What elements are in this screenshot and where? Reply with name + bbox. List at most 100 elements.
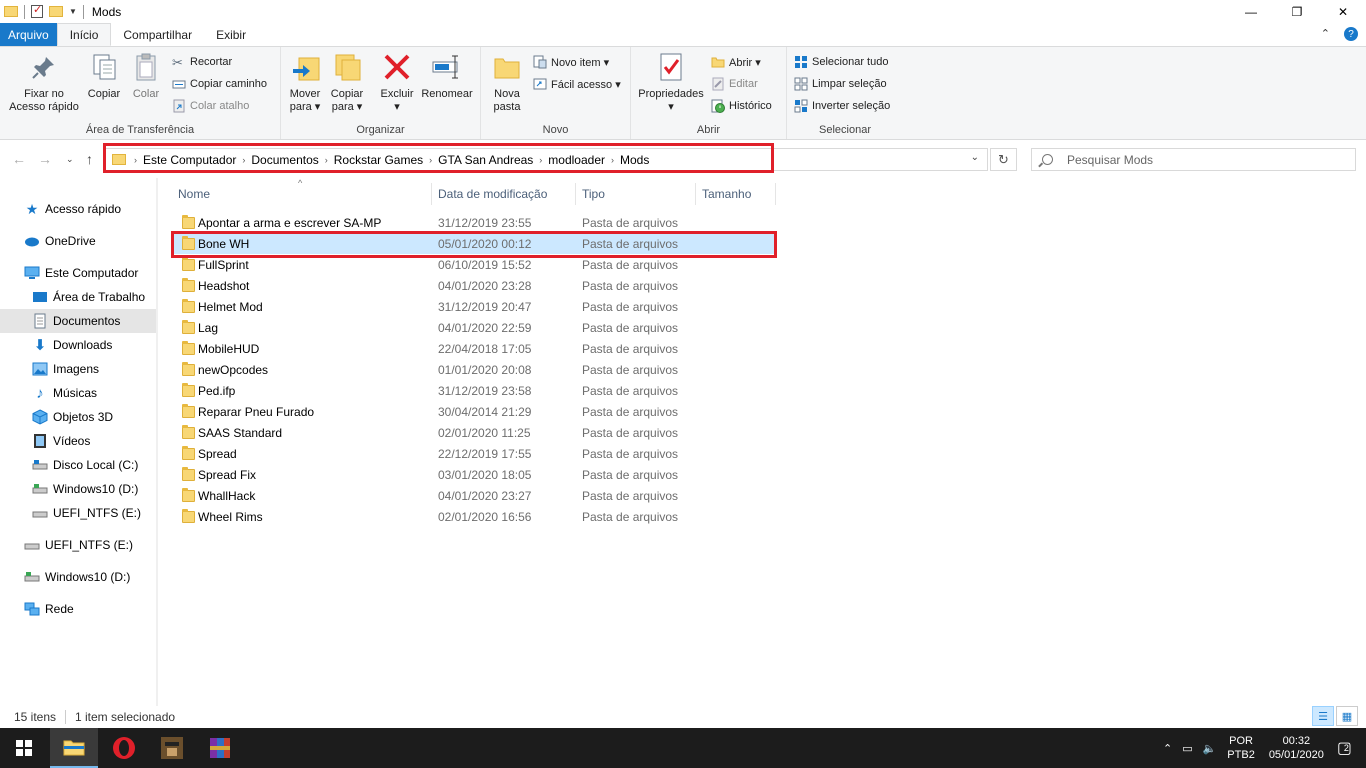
file-row[interactable]: Apontar a arma e escrever SA-MP 31/12/201…: [174, 212, 774, 233]
column-header-type[interactable]: Tipo: [576, 183, 696, 205]
nav-item-this-pc[interactable]: Este Computador: [0, 261, 156, 285]
language-indicator[interactable]: POR PTB2: [1227, 734, 1255, 762]
nav-item-drive-d-root[interactable]: Windows10 (D:): [0, 565, 156, 589]
delete-icon: [381, 51, 413, 83]
back-button[interactable]: ←: [12, 151, 26, 167]
network-icon[interactable]: ▭: [1182, 742, 1192, 755]
nav-item-downloads[interactable]: ⬇ Downloads: [0, 333, 156, 357]
search-box[interactable]: [1031, 148, 1356, 171]
nav-item-drive-e[interactable]: UEFI_NTFS (E:): [0, 501, 156, 525]
new-item-button[interactable]: Novo item ▾: [533, 55, 609, 69]
move-to-button[interactable]: Mover para ▾: [285, 51, 325, 114]
taskbar-winrar[interactable]: [196, 728, 244, 768]
open-button[interactable]: Abrir ▾: [711, 55, 761, 69]
large-icons-view-button[interactable]: ▦: [1336, 706, 1358, 726]
search-input[interactable]: [1067, 152, 1327, 167]
folder-icon: [182, 215, 195, 229]
file-row[interactable]: Helmet Mod 31/12/2019 20:47 Pasta de arqui…: [174, 296, 774, 317]
paste-button[interactable]: Colar: [126, 51, 166, 101]
recent-locations-button[interactable]: ⌄: [66, 154, 74, 165]
details-view-button[interactable]: ☰: [1312, 706, 1334, 726]
chevron-down-icon[interactable]: ⌄: [971, 152, 979, 163]
new-folder-button[interactable]: Nova pasta: [487, 51, 527, 114]
nav-item-drive-c[interactable]: Disco Local (C:): [0, 453, 156, 477]
file-row[interactable]: MobileHUD 22/04/2018 17:05 Pasta de arquiv…: [174, 338, 774, 359]
tab-home[interactable]: Início: [56, 23, 112, 46]
highlight-box: [103, 143, 774, 173]
select-none-button[interactable]: Limpar seleção: [794, 77, 887, 91]
nav-item-music[interactable]: ♪ Músicas: [0, 381, 156, 405]
file-row[interactable]: newOpcodes 01/01/2020 20:08 Pasta de arqui…: [174, 359, 774, 380]
pin-quick-access-button[interactable]: Fixar no Acesso rápido: [6, 51, 82, 114]
show-hidden-icons[interactable]: ⌃: [1163, 742, 1172, 755]
nav-item-onedrive[interactable]: OneDrive: [0, 229, 156, 253]
copy-button[interactable]: Copiar: [84, 51, 124, 101]
tab-view[interactable]: Exibir: [204, 23, 258, 46]
taskbar-opera[interactable]: [100, 728, 148, 768]
file-row[interactable]: Spread Fix 03/01/2020 18:05 Pasta de arqui…: [174, 464, 774, 485]
delete-button[interactable]: Excluir ▾: [377, 51, 417, 114]
column-header-name[interactable]: Nome: [172, 183, 432, 205]
nav-item-desktop[interactable]: Área de Trabalho: [0, 285, 156, 309]
paste-shortcut-button[interactable]: Colar atalho: [172, 99, 249, 113]
column-header-size[interactable]: Tamanho: [696, 183, 776, 205]
copy-to-button[interactable]: Copiar para ▾: [327, 51, 367, 114]
copy-path-button[interactable]: Copiar caminho: [172, 77, 267, 91]
cut-button[interactable]: ✂ Recortar: [172, 55, 232, 70]
folder-icon: [182, 257, 195, 271]
folder-icon: [182, 278, 195, 292]
ribbon: Fixar no Acesso rápido Copiar Colar ✂ Re…: [0, 46, 1366, 140]
file-row[interactable]: Wheel Rims 02/01/2020 16:56 Pasta de arqui…: [174, 506, 774, 527]
tab-share[interactable]: Compartilhar: [111, 23, 204, 46]
forward-button[interactable]: →: [38, 151, 52, 167]
file-row[interactable]: SAAS Standard 02/01/2020 11:25 Pasta de ar…: [174, 422, 774, 443]
file-row[interactable]: Headshot 04/01/2020 23:28 Pasta de arquivo…: [174, 275, 774, 296]
file-row[interactable]: Spread 22/12/2019 17:55 Pasta de arquivos: [174, 443, 774, 464]
nav-item-drive-d[interactable]: Windows10 (D:): [0, 477, 156, 501]
taskbar-explorer[interactable]: [50, 728, 98, 768]
folder-icon: [182, 341, 195, 355]
new-folder-quick-icon[interactable]: [49, 6, 63, 17]
action-center-button[interactable]: ▢ 2: [1337, 738, 1352, 758]
invert-selection-button[interactable]: Inverter seleção: [794, 99, 890, 113]
minimize-button[interactable]: —: [1228, 0, 1274, 23]
edit-button[interactable]: Editar: [711, 77, 758, 91]
volume-icon[interactable]: 🔈: [1203, 742, 1217, 755]
help-icon[interactable]: ?: [1344, 27, 1358, 41]
folder-icon: [182, 488, 195, 502]
edit-icon: [711, 77, 725, 91]
folder-icon: [182, 299, 195, 313]
refresh-button[interactable]: ↻: [990, 148, 1017, 171]
file-row[interactable]: Ped.ifp 31/12/2019 23:58 Pasta de arquivos: [174, 380, 774, 401]
maximize-button[interactable]: ❐: [1274, 0, 1320, 23]
drive-icon: [24, 537, 40, 553]
file-row[interactable]: WhallHack 04/01/2020 23:27 Pasta de arquiv…: [174, 485, 774, 506]
clock[interactable]: 00:32 05/01/2020: [1269, 734, 1324, 762]
properties-button[interactable]: Propriedades ▾: [635, 51, 707, 114]
nav-item-quick-access[interactable]: ★ Acesso rápido: [0, 197, 156, 221]
tab-file[interactable]: Arquivo: [0, 23, 57, 46]
column-header-date[interactable]: Data de modificação: [432, 183, 576, 205]
address-row: ← → ⌄ ↑ › Este Computador › Documentos ›…: [0, 140, 1366, 178]
rename-button[interactable]: Renomear: [419, 51, 475, 101]
start-button[interactable]: [0, 728, 48, 768]
file-row[interactable]: Reparar Pneu Furado 30/04/2014 21:29 Pasta…: [174, 401, 774, 422]
easy-access-button[interactable]: Fácil acesso ▾: [533, 77, 621, 91]
nav-item-drive-e-root[interactable]: UEFI_NTFS (E:): [0, 533, 156, 557]
nav-item-videos[interactable]: Vídeos: [0, 429, 156, 453]
nav-item-pictures[interactable]: Imagens: [0, 357, 156, 381]
up-button[interactable]: ↑: [86, 151, 93, 167]
history-button[interactable]: Histórico: [711, 99, 772, 113]
nav-item-network[interactable]: Rede: [0, 597, 156, 621]
select-all-button[interactable]: Selecionar tudo: [794, 55, 888, 69]
taskbar-gta[interactable]: [148, 728, 196, 768]
drive-icon: [32, 505, 48, 521]
close-button[interactable]: ✕: [1320, 0, 1366, 23]
desktop-icon: [32, 289, 48, 305]
nav-item-3d-objects[interactable]: Objetos 3D: [0, 405, 156, 429]
nav-item-documents[interactable]: Documentos: [0, 309, 156, 333]
properties-quick-icon[interactable]: [31, 3, 43, 18]
chevron-down-icon[interactable]: ▼: [69, 7, 77, 16]
file-row[interactable]: Lag 04/01/2020 22:59 Pasta de arquivos: [174, 317, 774, 338]
chevron-up-icon[interactable]: ⌃: [1321, 27, 1330, 41]
